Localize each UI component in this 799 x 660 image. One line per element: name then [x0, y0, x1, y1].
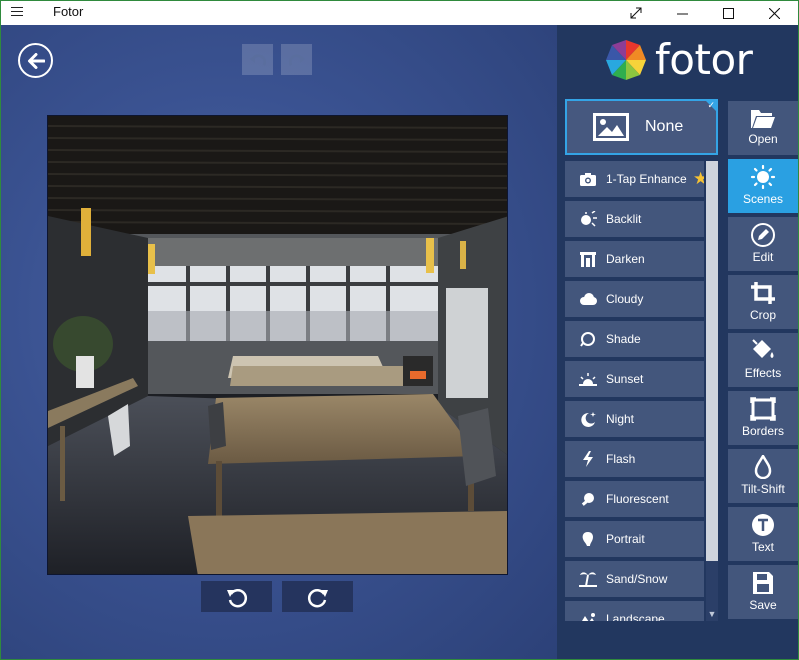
canvas-area [1, 25, 557, 659]
fotor-logo: fotor [605, 35, 753, 84]
tool-effects[interactable]: Effects [728, 333, 798, 387]
scene-item-label: Flash [606, 452, 636, 466]
landscape-icon [577, 612, 599, 621]
tool-label: Text [751, 540, 774, 554]
scene-item-label: Cloudy [606, 292, 644, 306]
flash-icon [577, 451, 599, 467]
scene-none-label: None [645, 118, 684, 135]
scene-none-tile[interactable]: None ✓ [565, 99, 718, 155]
rotate-left-icon [226, 588, 247, 607]
redo-button[interactable] [281, 44, 312, 75]
shade-icon [577, 331, 599, 347]
star-icon: ★ [693, 169, 704, 189]
tool-save[interactable]: Save [728, 565, 798, 619]
app-window: Fotor fotor None ✓ 1-Tap Enhance Backlit… [0, 0, 799, 660]
scene-item-sand-snow[interactable]: Sand/Snow [565, 561, 704, 597]
tool-label: Scenes [742, 192, 784, 206]
tool-text[interactable]: Text [728, 507, 798, 561]
scene-item-label: Sand/Snow [606, 572, 668, 586]
tool-tilt-shift[interactable]: Tilt-Shift [728, 449, 798, 503]
tool-label: Borders [741, 424, 785, 438]
scene-item-fluorescent[interactable]: Fluorescent [565, 481, 704, 517]
image-icon [593, 113, 629, 141]
tool-open[interactable]: Open [728, 101, 798, 155]
tool-label: Open [748, 132, 778, 146]
darken-icon [577, 251, 599, 267]
scene-item-label: Sunset [606, 372, 644, 386]
tool-label: Save [749, 598, 777, 612]
tool-label: Effects [744, 366, 782, 380]
scene-list-scrollbar[interactable]: ▼ [706, 161, 718, 621]
bulb-icon [577, 491, 599, 507]
rotate-left-button[interactable] [201, 581, 272, 612]
scene-item-label: Landscape [606, 612, 665, 621]
crop-icon [751, 282, 775, 304]
text-icon [752, 514, 774, 536]
title-bar: Fotor [1, 1, 798, 25]
scene-item-label: Portrait [606, 532, 645, 546]
scene-item-darken[interactable]: Darken [565, 241, 704, 277]
rotate-right-icon [307, 588, 328, 607]
scene-item-landscape[interactable]: Landscape [565, 601, 704, 621]
scene-item-label: Fluorescent [606, 492, 669, 506]
folder-icon [751, 110, 775, 128]
maximize-icon[interactable] [705, 1, 751, 25]
scene-item-label: Backlit [606, 212, 642, 226]
color-wheel-icon [606, 40, 646, 80]
paint-bucket-icon [752, 339, 774, 358]
scene-item-label: 1-Tap Enhance [606, 172, 687, 186]
backlit-icon [577, 211, 599, 227]
sun-icon [750, 165, 776, 189]
minimize-icon[interactable] [659, 1, 705, 25]
sunset-icon [577, 372, 599, 386]
scrollbar-thumb[interactable] [706, 161, 718, 561]
hamburger-icon[interactable] [9, 4, 29, 22]
redo-icon [288, 54, 305, 66]
moon-icon [577, 411, 599, 427]
tool-column: Open Scenes Edit Crop Effects Borders Ti… [728, 101, 798, 623]
camera-icon [577, 172, 599, 186]
rotate-right-button[interactable] [282, 581, 353, 612]
pencil-icon [751, 223, 775, 247]
scene-item-sunset[interactable]: Sunset [565, 361, 704, 397]
scene-item-night[interactable]: Night [565, 401, 704, 437]
window-title: Fotor [53, 4, 84, 19]
undo-icon [249, 54, 266, 66]
tool-borders[interactable]: Borders [728, 391, 798, 445]
back-button[interactable] [18, 43, 53, 78]
cloud-icon [577, 293, 599, 305]
check-icon: ✓ [707, 100, 715, 110]
tool-crop[interactable]: Crop [728, 275, 798, 329]
tool-label: Tilt-Shift [741, 482, 785, 496]
tool-scenes[interactable]: Scenes [728, 159, 798, 213]
arrow-left-icon [27, 52, 45, 69]
portrait-icon [577, 531, 599, 547]
scene-item-backlit[interactable]: Backlit [565, 201, 704, 237]
chevron-down-icon[interactable]: ▼ [706, 607, 718, 621]
save-icon [753, 572, 773, 594]
scene-item-label: Darken [606, 252, 645, 266]
fullscreen-icon[interactable] [613, 1, 659, 25]
right-panel: fotor None ✓ 1-Tap Enhance ★ [557, 25, 798, 659]
logo-text: fotor [655, 35, 753, 84]
scene-item-portrait[interactable]: Portrait [565, 521, 704, 557]
scene-item-shade[interactable]: Shade [565, 321, 704, 357]
scene-list: 1-Tap Enhance ★ Backlit Darken Cloudy [565, 161, 704, 621]
border-frame-icon [750, 397, 776, 421]
scene-item-1-tap-enhance[interactable]: 1-Tap Enhance ★ [565, 161, 704, 197]
photo-preview[interactable] [47, 115, 508, 575]
droplet-icon [754, 455, 772, 479]
undo-button[interactable] [242, 44, 273, 75]
palm-tree-icon [577, 571, 599, 587]
scene-item-cloudy[interactable]: Cloudy [565, 281, 704, 317]
scene-item-label: Shade [606, 332, 641, 346]
tool-edit[interactable]: Edit [728, 217, 798, 271]
tool-label: Crop [749, 308, 776, 322]
scene-item-flash[interactable]: Flash [565, 441, 704, 477]
close-icon[interactable] [751, 1, 797, 25]
tool-label: Edit [752, 250, 774, 264]
scene-item-label: Night [606, 412, 635, 426]
